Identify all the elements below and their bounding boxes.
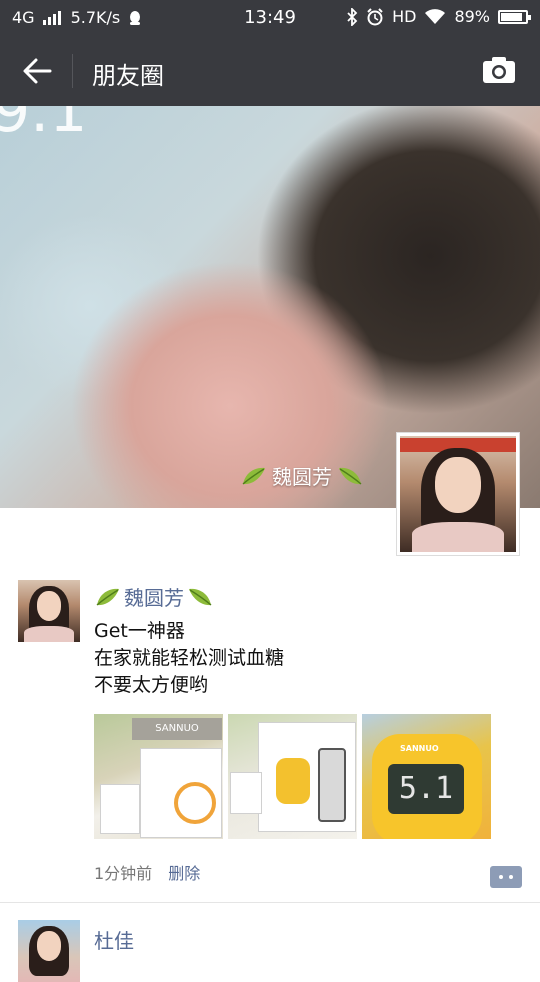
- page-title: 朋友圈: [92, 62, 164, 90]
- profile-avatar[interactable]: [396, 432, 520, 556]
- meter-reading: 5.1: [388, 764, 464, 814]
- navigation-bar: 朋友圈: [0, 36, 540, 106]
- nav-divider: [72, 54, 73, 88]
- alarm-icon: [367, 7, 383, 25]
- leaf-icon: [339, 467, 362, 485]
- battery-icon: [498, 9, 531, 24]
- photo-brand: SANNUO: [400, 744, 439, 753]
- post-photo[interactable]: [228, 714, 357, 839]
- device-shape: [174, 782, 216, 824]
- post-author-avatar[interactable]: [18, 580, 80, 642]
- device-shape: [276, 758, 310, 804]
- post-time: 1分钟前: [94, 864, 153, 883]
- post-photo[interactable]: SANNUO: [94, 714, 223, 839]
- back-arrow-icon[interactable]: [20, 54, 54, 88]
- leaf-icon: [189, 588, 212, 606]
- post-text-line: 在家就能轻松测试血糖: [94, 647, 285, 669]
- cover-username: 魏圆芳: [240, 461, 364, 490]
- photo-brand: SANNUO: [132, 718, 222, 740]
- next-post-author-name[interactable]: 杜佳: [94, 925, 134, 954]
- post-author-name[interactable]: 魏圆芳: [94, 582, 214, 611]
- status-bar: 4G 5.7K/s 13:49 HD 89%: [0, 0, 540, 36]
- device-shape: [318, 748, 346, 822]
- post-text-line: Get一神器: [94, 620, 185, 642]
- leaf-icon: [96, 588, 119, 606]
- camera-icon[interactable]: [482, 56, 516, 84]
- post-photos: SANNUO SANNUO 5.1: [94, 714, 491, 839]
- comment-menu-icon[interactable]: [490, 866, 522, 888]
- next-post-avatar[interactable]: [18, 920, 80, 982]
- post-meta: 1分钟前 删除: [94, 860, 200, 884]
- battery-percent: 89%: [454, 7, 490, 26]
- bluetooth-icon: [347, 7, 358, 26]
- cover-corner-text: 9.1: [0, 106, 88, 146]
- hd-label: HD: [392, 7, 417, 26]
- post-divider: [0, 902, 540, 903]
- delete-button[interactable]: 删除: [168, 860, 200, 884]
- post-photo[interactable]: SANNUO 5.1: [362, 714, 491, 839]
- wifi-icon: [425, 8, 446, 24]
- post-text-line: 不要太方便哟: [94, 674, 209, 696]
- post-text: Get一神器 在家就能轻松测试血糖 不要太方便哟: [94, 618, 284, 699]
- leaf-icon: [242, 467, 265, 485]
